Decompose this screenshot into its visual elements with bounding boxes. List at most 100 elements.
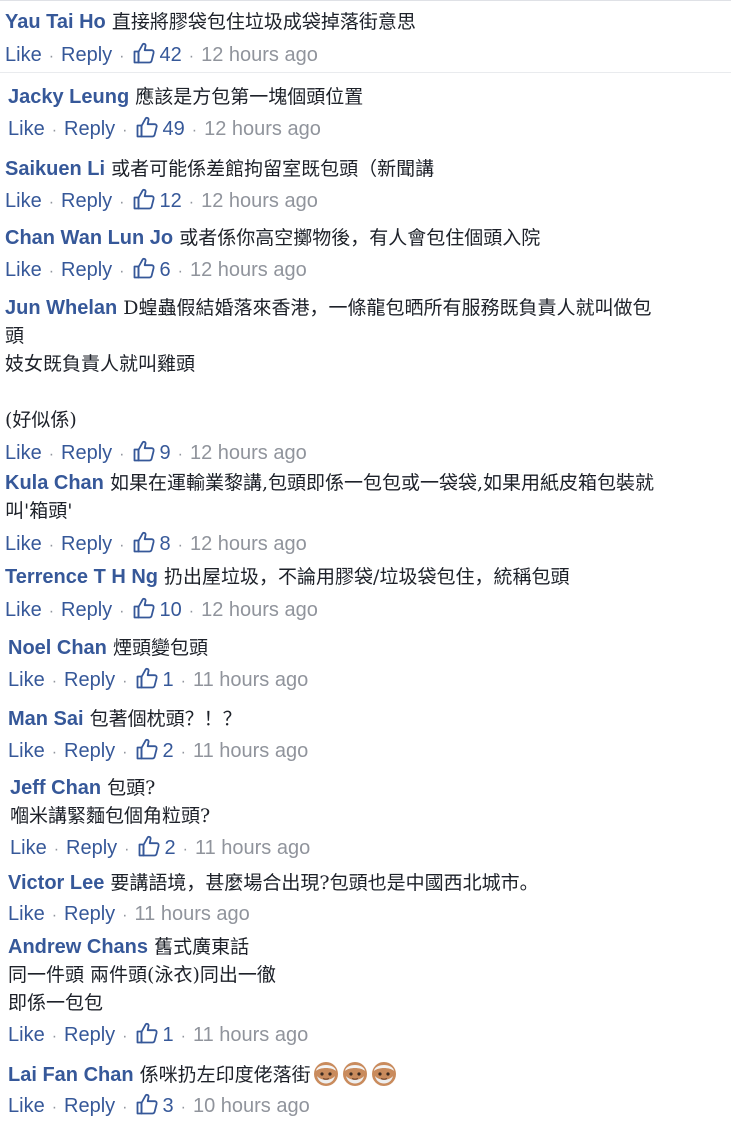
like-count[interactable]: 10 <box>160 599 182 621</box>
thumbs-up-icon[interactable] <box>135 737 159 761</box>
timestamp[interactable]: 12 hours ago <box>190 259 307 281</box>
commenter-name[interactable]: Yau Tai Ho <box>5 11 106 33</box>
reply-link[interactable]: Reply <box>61 533 112 555</box>
dot-separator: · <box>188 48 195 65</box>
like-link[interactable]: Like <box>5 259 42 281</box>
like-count[interactable]: 42 <box>160 44 182 66</box>
thumbs-up-icon[interactable] <box>132 41 156 65</box>
timestamp[interactable]: 12 hours ago <box>201 44 318 66</box>
like-count[interactable]: 1 <box>163 669 174 691</box>
thumbs-up-icon[interactable] <box>132 530 156 554</box>
comment-text: 扔出屋垃圾，不論用膠袋/垃圾袋包住，統稱包頭 <box>164 566 570 588</box>
thumbs-up-icon[interactable] <box>135 115 159 139</box>
dot-separator: · <box>122 1028 128 1045</box>
like-link[interactable]: Like <box>5 190 42 212</box>
timestamp[interactable]: 10 hours ago <box>193 1095 310 1117</box>
commenter-name[interactable]: Jacky Leung <box>8 86 129 108</box>
timestamp[interactable]: 12 hours ago <box>190 533 307 555</box>
commenter-name[interactable]: Noel Chan <box>8 637 107 659</box>
timestamp[interactable]: 11 hours ago <box>195 837 310 859</box>
timestamp[interactable]: 11 hours ago <box>193 1024 308 1046</box>
dot-separator: · <box>191 122 198 139</box>
like-count[interactable]: 12 <box>160 190 182 212</box>
like-link[interactable]: Like <box>8 669 45 691</box>
like-link[interactable]: Like <box>5 599 42 621</box>
commenter-name[interactable]: Chan Wan Lun Jo <box>5 227 173 249</box>
like-count[interactable]: 3 <box>163 1095 174 1117</box>
commenter-name[interactable]: Andrew Chans <box>8 936 148 958</box>
thumbs-up-icon[interactable] <box>132 439 156 463</box>
like-link[interactable]: Like <box>8 1095 45 1117</box>
commenter-name[interactable]: Victor Lee <box>8 872 104 894</box>
reply-link[interactable]: Reply <box>64 903 115 925</box>
dot-separator: · <box>180 1028 186 1045</box>
timestamp[interactable]: 11 hours ago <box>135 903 250 925</box>
commenter-name[interactable]: Man Sai <box>8 708 84 730</box>
like-count[interactable]: 2 <box>165 837 176 859</box>
comment-text: 直接將膠袋包住垃圾成袋掉落街意思 <box>111 11 416 33</box>
like-count[interactable]: 9 <box>160 442 171 464</box>
reply-link[interactable]: Reply <box>64 1024 115 1046</box>
timestamp[interactable]: 12 hours ago <box>201 190 318 212</box>
timestamp[interactable]: 11 hours ago <box>193 740 308 762</box>
dot-separator: · <box>122 673 128 690</box>
reply-link[interactable]: Reply <box>66 837 117 859</box>
commenter-name[interactable]: Terrence T H Ng <box>5 566 158 588</box>
comment-actions: Like · Reply · 49 · 12 hours ago <box>8 115 321 144</box>
thumbs-up-icon[interactable] <box>135 1021 159 1045</box>
like-count[interactable]: 1 <box>163 1024 174 1046</box>
like-link[interactable]: Like <box>10 837 47 859</box>
timestamp[interactable]: 12 hours ago <box>204 118 321 140</box>
comment-actions: Like · Reply · 12 · 12 hours ago <box>5 187 318 216</box>
like-count[interactable]: 2 <box>163 740 174 762</box>
dot-separator: · <box>180 744 186 761</box>
timestamp[interactable]: 12 hours ago <box>201 599 318 621</box>
comment-text: 應該是方包第一塊個頭位置 <box>135 86 364 108</box>
commenter-name[interactable]: Jun Whelan <box>5 297 117 319</box>
comment-actions: Like · Reply · 3 · 10 hours ago <box>8 1092 310 1121</box>
dot-separator: · <box>177 537 183 554</box>
comment-body: Terrence T H Ng 扔出屋垃圾，不論用膠袋/垃圾袋包住，統稱包頭 <box>5 563 725 591</box>
reply-link[interactable]: Reply <box>61 190 112 212</box>
commenter-name[interactable]: Saikuen Li <box>5 158 105 180</box>
comment-body: Jun Whelan D蝗蟲假結婚落來香港，一條龍包晒所有服務既負責人就叫做包 … <box>5 294 725 434</box>
comment-text: 係咪扔左印度佬落街 <box>139 1064 311 1086</box>
like-link[interactable]: Like <box>8 903 45 925</box>
thumbs-up-icon[interactable] <box>137 834 161 858</box>
dot-separator: · <box>122 1099 128 1116</box>
dot-separator: · <box>122 122 128 139</box>
like-link[interactable]: Like <box>8 1024 45 1046</box>
commenter-name[interactable]: Kula Chan <box>5 472 104 494</box>
commenter-name[interactable]: Lai Fan Chan <box>8 1064 134 1086</box>
like-link[interactable]: Like <box>8 740 45 762</box>
dot-separator: · <box>124 841 130 858</box>
reply-link[interactable]: Reply <box>61 259 112 281</box>
reply-link[interactable]: Reply <box>61 44 112 66</box>
comment-text: 包著個枕頭？！？ <box>89 708 242 730</box>
dot-separator: · <box>51 1028 58 1045</box>
thumbs-up-icon[interactable] <box>132 187 156 211</box>
thumbs-up-icon[interactable] <box>132 256 156 280</box>
like-link[interactable]: Like <box>8 118 45 140</box>
like-link[interactable]: Like <box>5 442 42 464</box>
reply-link[interactable]: Reply <box>64 669 115 691</box>
like-link[interactable]: Like <box>5 533 42 555</box>
comment-text: 要講語境，甚麼場合出現?包頭也是中國西北城市。 <box>110 872 539 894</box>
reply-link[interactable]: Reply <box>61 442 112 464</box>
thumbs-up-icon[interactable] <box>135 1092 159 1116</box>
timestamp[interactable]: 11 hours ago <box>193 669 308 691</box>
thumbs-up-icon[interactable] <box>135 666 159 690</box>
reply-link[interactable]: Reply <box>61 599 112 621</box>
dot-separator: · <box>53 841 60 858</box>
reply-link[interactable]: Reply <box>64 118 115 140</box>
reply-link[interactable]: Reply <box>64 1095 115 1117</box>
top-border <box>0 0 731 1</box>
commenter-name[interactable]: Jeff Chan <box>10 777 101 799</box>
like-count[interactable]: 49 <box>163 118 185 140</box>
like-count[interactable]: 6 <box>160 259 171 281</box>
thumbs-up-icon[interactable] <box>132 596 156 620</box>
timestamp[interactable]: 12 hours ago <box>190 442 307 464</box>
like-count[interactable]: 8 <box>160 533 171 555</box>
reply-link[interactable]: Reply <box>64 740 115 762</box>
like-link[interactable]: Like <box>5 44 42 66</box>
